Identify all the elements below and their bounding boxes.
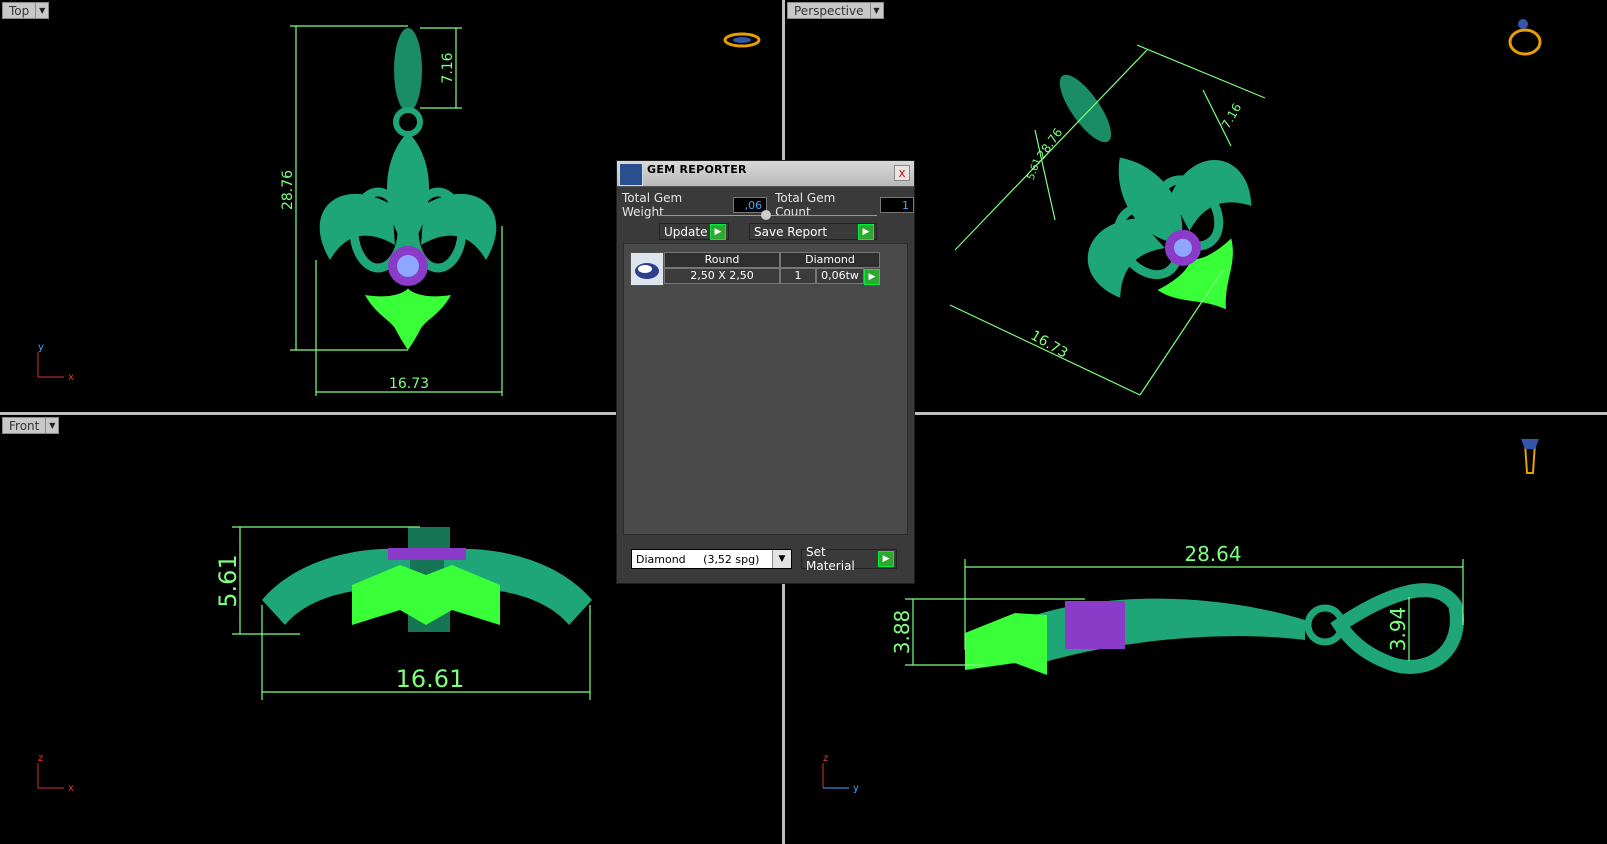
round-gem-icon xyxy=(630,252,664,286)
gem-reporter-logo-icon xyxy=(619,163,643,186)
set-material-button-label: Set Material xyxy=(806,545,855,573)
gem-list: Round Diamond 2,50 X 2,50 1 0,06tw ▶ xyxy=(623,243,908,535)
play-icon: ▶ xyxy=(858,223,874,240)
axis-x-label: x xyxy=(68,783,74,794)
column-header-shape: Round xyxy=(664,252,780,268)
actions-row: Update ▶ Save Report ▶ xyxy=(659,223,877,240)
side-dim-height: 3.88 xyxy=(890,610,914,655)
gem-count-cell[interactable]: 1 xyxy=(780,268,816,284)
gem-reporter-titlebar[interactable]: GEM REPORTER x xyxy=(617,161,914,187)
total-gem-count-value: 1 xyxy=(880,197,915,213)
connector-ring xyxy=(393,107,423,137)
gem-reporter-title: GEM REPORTER xyxy=(647,163,747,176)
gem-reporter-panel: GEM REPORTER x Total Gem Weight ,06 Tota… xyxy=(616,160,915,584)
chevron-down-icon[interactable]: ▼ xyxy=(35,3,48,18)
front-gem-band xyxy=(388,548,466,560)
update-button[interactable]: Update ▶ xyxy=(659,223,729,240)
ring-orientation-icon xyxy=(1508,19,1542,56)
side-dim-bail: 3.94 xyxy=(1386,607,1410,652)
chevron-down-icon[interactable]: ▼ xyxy=(45,418,58,433)
viewport-tab-perspective[interactable]: Perspective ▼ xyxy=(787,2,884,19)
column-header-material: Diamond xyxy=(780,252,880,268)
collapse-icon[interactable] xyxy=(761,210,771,220)
gem-row-go-icon[interactable]: ▶ xyxy=(864,269,880,285)
top-dim-height: 28.76 xyxy=(280,170,296,210)
viewport-tab-top[interactable]: Top ▼ xyxy=(2,2,50,19)
play-icon: ▶ xyxy=(878,551,894,567)
side-leaf xyxy=(965,613,1047,675)
axis-z-label: z xyxy=(38,753,43,764)
chevron-down-icon[interactable]: ▼ xyxy=(772,550,791,568)
play-icon: ▶ xyxy=(710,223,726,240)
viewport-tab-top-label: Top xyxy=(9,3,30,18)
gem-stone xyxy=(397,255,419,277)
bail-orientation-icon xyxy=(1521,439,1539,474)
gem-size-cell[interactable]: 2,50 X 2,50 xyxy=(664,268,780,284)
axis-y-label: y xyxy=(853,783,859,794)
side-gem xyxy=(1065,601,1125,649)
update-button-label: Update xyxy=(664,224,708,239)
save-report-button[interactable]: Save Report ▶ xyxy=(749,223,877,240)
close-icon[interactable]: x xyxy=(894,165,910,181)
set-material-button[interactable]: Set Material ▶ xyxy=(801,545,897,573)
front-dim-width: 16.61 xyxy=(396,665,465,693)
persp-dim-extra: 5.61 xyxy=(1026,157,1044,182)
top-dim-bail: 7.16 xyxy=(440,52,456,83)
view-orientation-icon xyxy=(723,32,761,48)
axis-z-label: z xyxy=(823,753,828,764)
persp-dim-bail: 7.16 xyxy=(1219,101,1244,131)
viewport-tab-front-label: Front xyxy=(9,418,40,433)
persp-dim-width: 16.73 xyxy=(1028,328,1071,362)
material-select[interactable]: Diamond (3,52 spg) ▼ xyxy=(631,549,792,569)
persp-dim-height: 28.76 xyxy=(1034,126,1065,162)
chevron-down-icon[interactable]: ▼ xyxy=(869,3,883,18)
axis-y-label: y xyxy=(38,342,44,353)
gem-weight-cell[interactable]: 0,06tw xyxy=(816,268,864,284)
viewport-tab-front[interactable]: Front ▼ xyxy=(2,417,60,434)
top-dim-width: 16.73 xyxy=(389,376,429,392)
side-dim-length: 28.64 xyxy=(1184,542,1241,566)
axis-x-label: x xyxy=(68,372,74,383)
viewport-tab-perspective-label: Perspective xyxy=(794,3,864,18)
front-dim-height: 5.61 xyxy=(214,554,242,607)
bottom-leaf xyxy=(365,288,451,350)
bail-shape xyxy=(394,28,422,112)
material-select-value: Diamond (3,52 spg) xyxy=(636,552,760,566)
save-report-button-label: Save Report xyxy=(754,224,828,239)
